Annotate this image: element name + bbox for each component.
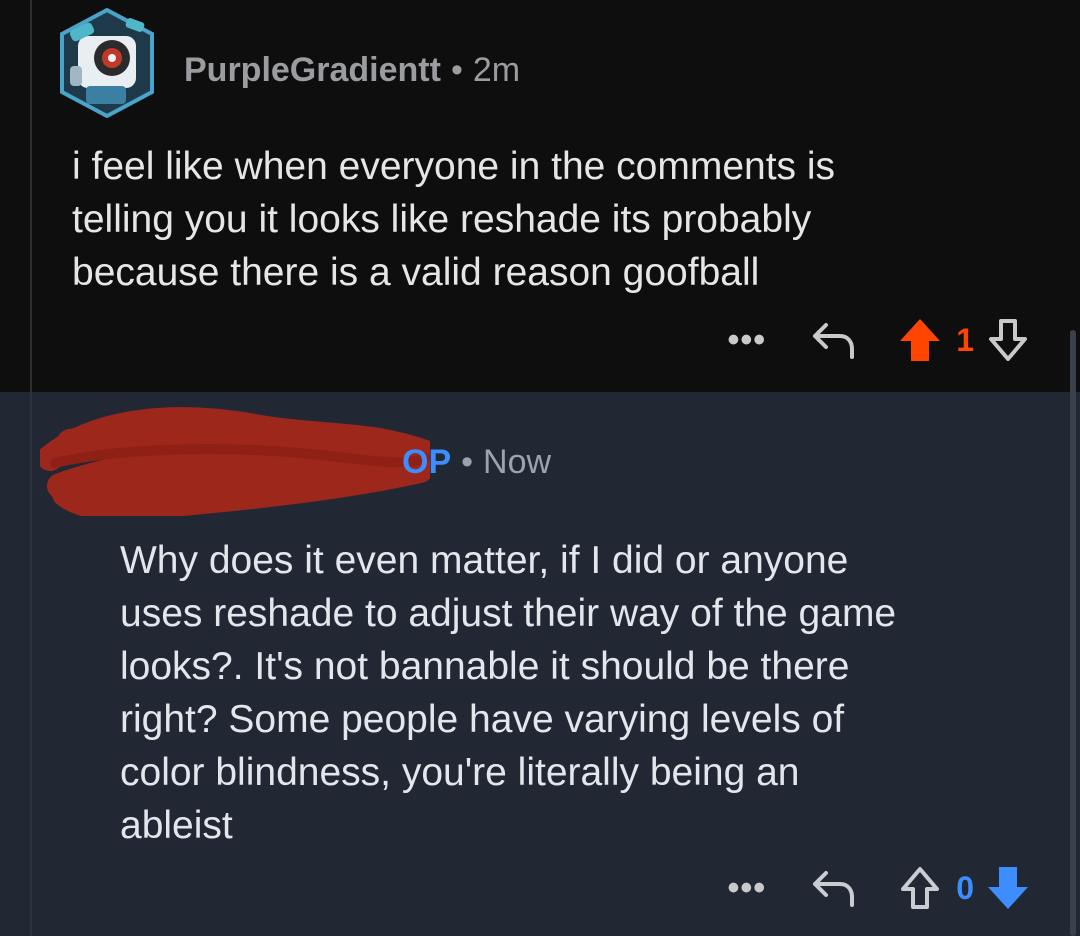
thread-line[interactable]	[30, 392, 32, 936]
red-scribble-redaction	[40, 407, 430, 516]
scrollbar[interactable]	[1070, 330, 1076, 936]
vote-score: 0	[956, 869, 974, 906]
separator: •	[461, 443, 474, 481]
comment-author-line: OP • Now	[402, 440, 551, 484]
separator: •	[450, 51, 463, 89]
snoo-avatar-icon[interactable]	[56, 6, 158, 118]
comment-author-line: PurpleGradientt • 2m	[184, 48, 520, 92]
comment-body: Why does it even matter, if I did or any…	[120, 539, 897, 847]
thread-line[interactable]	[30, 0, 32, 392]
more-options-button[interactable]: •••	[727, 871, 766, 905]
comment-actions: ••• 0	[727, 858, 1030, 918]
vote-score: 1	[956, 321, 974, 358]
downvote-arrow-icon[interactable]	[986, 317, 1030, 363]
upvote-arrow-icon[interactable]	[898, 317, 942, 363]
upvote-arrow-icon[interactable]	[898, 865, 942, 911]
comment-actions: ••• 1	[727, 310, 1030, 370]
reply-arrow-icon[interactable]	[810, 319, 858, 361]
more-options-button[interactable]: •••	[727, 323, 766, 357]
comment-thread-screen: PurpleGradientt • 2m i feel like when ever…	[0, 0, 1080, 936]
comment-body: i feel like when everyone in the comment…	[72, 145, 836, 294]
op-label[interactable]: OP	[402, 443, 451, 481]
timestamp: Now	[483, 443, 552, 481]
username[interactable]: PurpleGradientt	[184, 51, 441, 89]
reply-arrow-icon[interactable]	[810, 867, 858, 909]
downvote-arrow-icon[interactable]	[986, 865, 1030, 911]
timestamp: 2m	[472, 51, 521, 89]
